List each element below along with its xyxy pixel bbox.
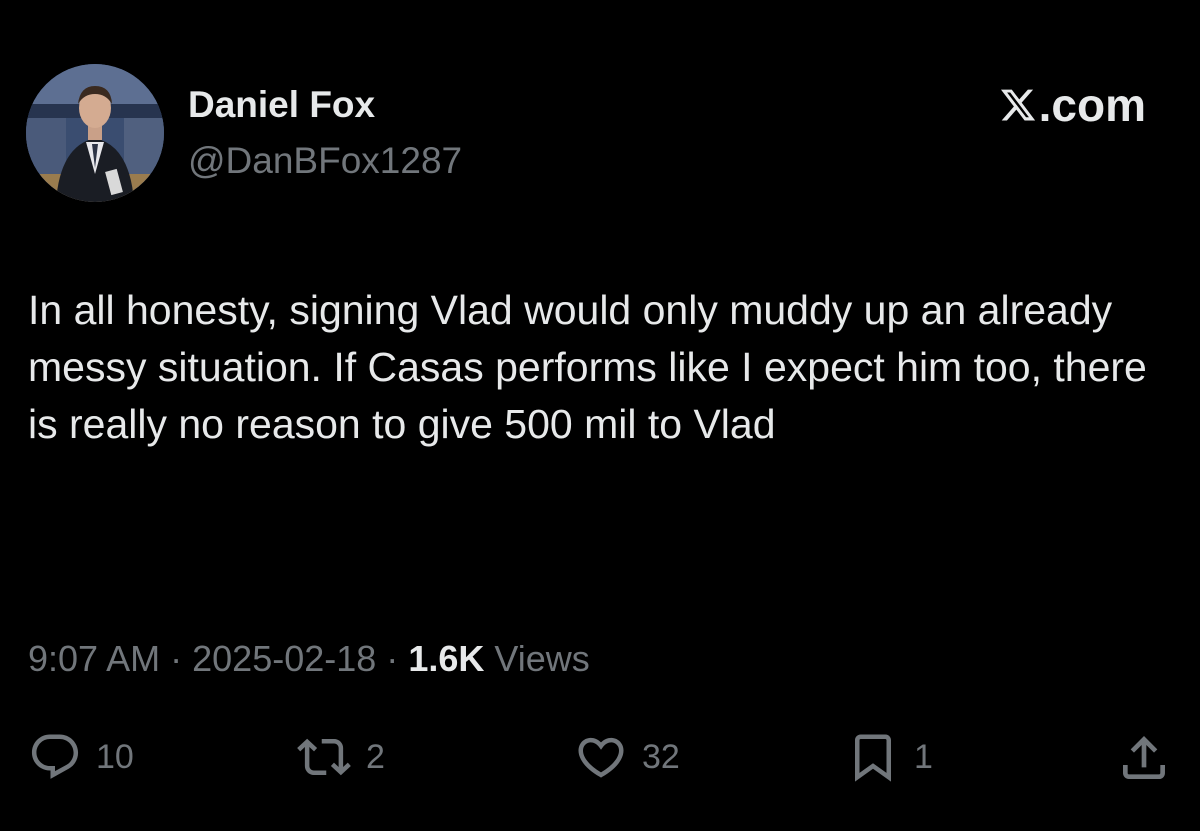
retweet-count: 2 <box>366 737 385 776</box>
meta-separator: · <box>386 638 399 679</box>
reply-button[interactable]: 10 <box>28 730 134 784</box>
site-mark: .com <box>999 78 1146 132</box>
heart-icon <box>574 730 628 784</box>
reply-count: 10 <box>96 737 134 776</box>
meta-separator: · <box>170 638 183 679</box>
tweet-text: In all honesty, signing Vlad would only … <box>28 287 1147 447</box>
site-mark-label: .com <box>1038 79 1146 131</box>
bookmark-button[interactable]: 1 <box>846 730 933 784</box>
x-logo-icon <box>999 86 1037 124</box>
reply-icon <box>28 730 82 784</box>
avatar[interactable] <box>26 64 164 202</box>
retweet-button[interactable]: 2 <box>296 730 385 784</box>
like-count: 32 <box>642 737 680 776</box>
share-button[interactable] <box>1116 730 1172 786</box>
tweet-time[interactable]: 9:07 AM <box>28 638 160 679</box>
action-bar: 10 2 32 1 <box>0 730 1200 790</box>
bookmark-icon <box>846 730 900 784</box>
tweet-date[interactable]: 2025-02-18 <box>192 638 376 679</box>
bookmark-count: 1 <box>914 737 933 776</box>
views-label: Views <box>494 638 590 679</box>
tweet-meta: 9:07 AM · 2025-02-18 · 1.6K Views <box>28 638 590 680</box>
author-handle[interactable]: @DanBFox1287 <box>188 140 462 182</box>
views-count: 1.6K <box>408 638 485 679</box>
retweet-icon <box>296 730 352 784</box>
like-button[interactable]: 32 <box>574 730 680 784</box>
share-icon <box>1116 730 1172 786</box>
author-display-name[interactable]: Daniel Fox <box>188 84 375 126</box>
